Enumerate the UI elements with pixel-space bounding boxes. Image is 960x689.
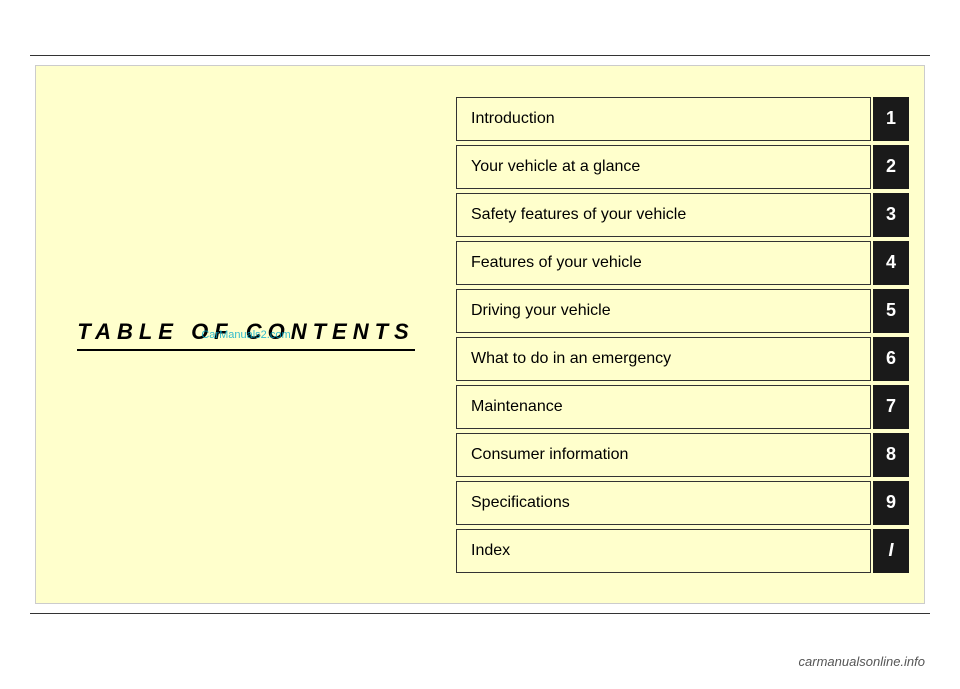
toc-row-7[interactable]: Maintenance7 [456,385,909,429]
toc-item-label: Specifications [456,481,871,525]
top-divider [30,55,930,56]
toc-item-number: 9 [873,481,909,525]
toc-item-number: 5 [873,289,909,333]
toc-row-6[interactable]: What to do in an emergency6 [456,337,909,381]
toc-row-1[interactable]: Introduction1 [456,97,909,141]
toc-item-number: 7 [873,385,909,429]
toc-item-label: Maintenance [456,385,871,429]
toc-row-4[interactable]: Features of your vehicle4 [456,241,909,285]
toc-item-label: Consumer information [456,433,871,477]
toc-item-label: Your vehicle at a glance [456,145,871,189]
toc-row-10[interactable]: IndexI [456,529,909,573]
left-section: TABLE OF CONTENTS CarManuals2.com [36,66,456,603]
toc-item-label: Driving your vehicle [456,289,871,333]
toc-item-number: 8 [873,433,909,477]
toc-row-9[interactable]: Specifications9 [456,481,909,525]
toc-row-8[interactable]: Consumer information8 [456,433,909,477]
toc-item-number: 6 [873,337,909,381]
toc-item-label: Features of your vehicle [456,241,871,285]
toc-item-number: 2 [873,145,909,189]
toc-row-5[interactable]: Driving your vehicle5 [456,289,909,333]
toc-item-label: Safety features of your vehicle [456,193,871,237]
main-content-area: TABLE OF CONTENTS CarManuals2.com Introd… [35,65,925,604]
footer-url: carmanualsonline.info [799,654,925,669]
toc-item-number: 1 [873,97,909,141]
toc-row-3[interactable]: Safety features of your vehicle3 [456,193,909,237]
toc-item-number: 4 [873,241,909,285]
toc-item-number: 3 [873,193,909,237]
bottom-divider [30,613,930,614]
toc-list: Introduction1Your vehicle at a glance2Sa… [456,82,924,588]
toc-item-label: What to do in an emergency [456,337,871,381]
toc-item-number: I [873,529,909,573]
watermark: CarManuals2.com [201,329,290,341]
toc-item-label: Index [456,529,871,573]
toc-item-label: Introduction [456,97,871,141]
toc-row-2[interactable]: Your vehicle at a glance2 [456,145,909,189]
